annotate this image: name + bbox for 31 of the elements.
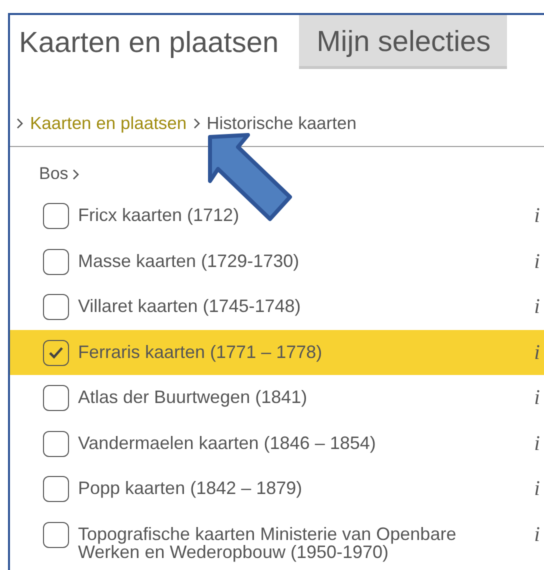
- layer-label: Masse kaarten (1729-1730): [78, 250, 300, 270]
- layer-label: Villaret kaarten (1745-1748): [78, 295, 302, 315]
- checkbox[interactable]: [43, 430, 69, 456]
- tab[interactable]: Mijn selecties: [298, 15, 507, 69]
- checkbox[interactable]: [43, 294, 69, 320]
- info-button[interactable]: i: [534, 476, 540, 499]
- chevron-icon: [16, 118, 24, 129]
- info-button[interactable]: i: [534, 340, 540, 362]
- checkbox[interactable]: [43, 203, 69, 229]
- checkbox[interactable]: [43, 248, 69, 274]
- layer-label: Atlas der Buurtwegen (1841): [78, 386, 308, 406]
- layer-label: Topografische kaarten Ministerie van Openbare Werken en Wederopbouw (1950-1970): [78, 522, 458, 560]
- checkbox[interactable]: [43, 385, 69, 411]
- info-button[interactable]: i: [534, 294, 540, 317]
- layer-label: Vandermaelen kaarten (1846 – 1854): [78, 432, 377, 452]
- info-button[interactable]: i: [534, 430, 540, 454]
- layer-label: Popp kaarten (1842 – 1879): [78, 477, 304, 497]
- breadcrumb-current: Historische kaarten: [206, 113, 356, 134]
- layer-label: Ferraris kaarten (1771 – 1778): [78, 340, 324, 360]
- check-icon: [48, 346, 64, 360]
- checkbox[interactable]: [43, 340, 69, 366]
- info-button[interactable]: i: [534, 385, 540, 408]
- info-button[interactable]: i: [534, 203, 540, 226]
- info-button[interactable]: i: [534, 522, 540, 544]
- category-link[interactable]: Bos: [39, 164, 68, 184]
- layer-label: Fricx kaarten (1712): [78, 204, 240, 224]
- info-button[interactable]: i: [534, 248, 540, 272]
- chevron-icon: [192, 118, 201, 129]
- checkbox[interactable]: [43, 522, 69, 548]
- checkbox[interactable]: [43, 476, 69, 502]
- chevron-icon: [72, 168, 80, 180]
